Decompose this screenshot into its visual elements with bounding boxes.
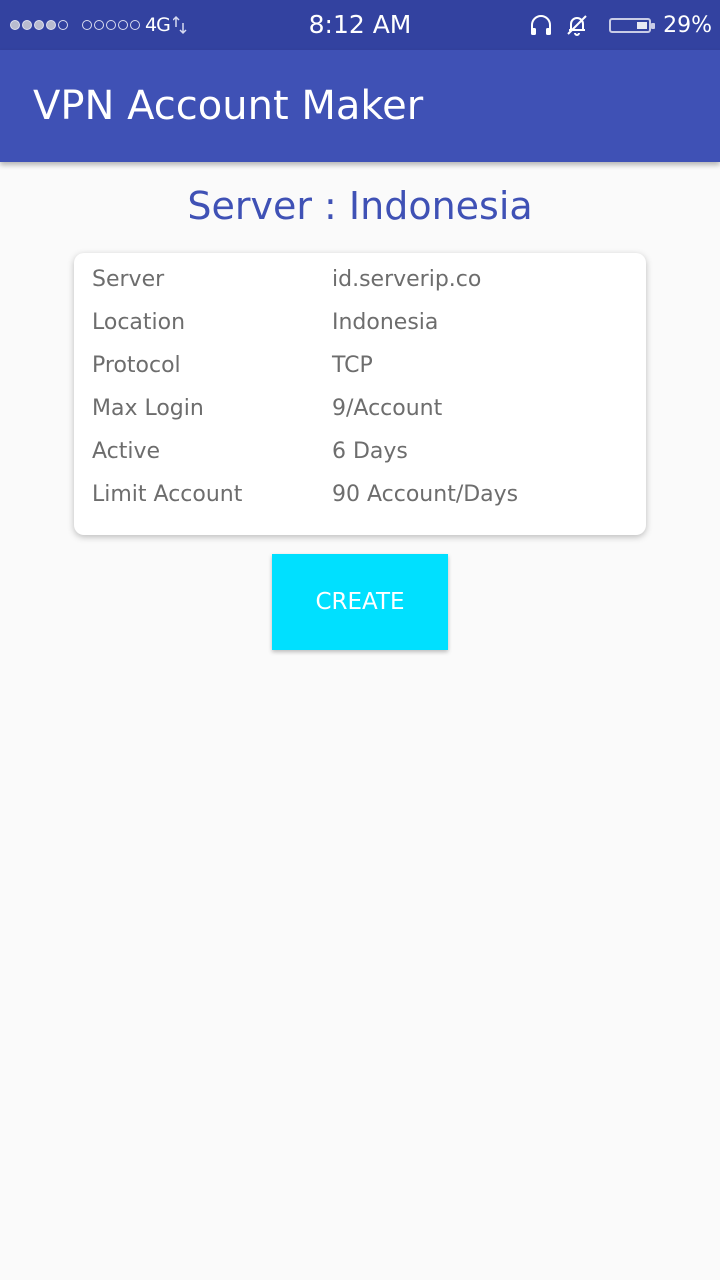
status-right-icons: 29%: [529, 10, 712, 40]
server-heading: Server : Indonesia: [187, 184, 533, 228]
detail-value: Indonesia: [332, 310, 439, 335]
detail-label: Limit Account: [92, 482, 243, 507]
detail-value: id.serverip.co: [332, 267, 482, 292]
detail-label: Active: [92, 439, 161, 464]
detail-row-protocol: Protocol TCP: [74, 353, 646, 396]
detail-row-max-login: Max Login 9/Account: [74, 396, 646, 439]
detail-row-server: Server id.serverip.co: [74, 267, 646, 310]
detail-label: Max Login: [92, 396, 204, 421]
detail-row-active: Active 6 Days: [74, 439, 646, 482]
headphones-icon: [531, 15, 552, 35]
detail-value: 90 Account/Days: [332, 482, 519, 507]
create-button[interactable]: CREATE: [272, 554, 448, 650]
server-details-card: Server id.serverip.co Location Indonesia…: [74, 253, 646, 535]
detail-label: Protocol: [92, 353, 181, 378]
battery-icon: [609, 17, 656, 33]
detail-label: Server: [92, 267, 165, 292]
detail-value: 6 Days: [332, 439, 408, 464]
status-bar: 4G 8:12 AM 29%: [0, 0, 720, 50]
detail-row-limit-account: Limit Account 90 Account/Days: [74, 482, 646, 525]
detail-label: Location: [92, 310, 186, 335]
battery-percentage: 29%: [663, 12, 712, 38]
detail-value: TCP: [332, 353, 373, 378]
app-title: VPN Account Maker: [33, 83, 424, 129]
bell-off-icon: [567, 15, 587, 36]
detail-row-location: Location Indonesia: [74, 310, 646, 353]
detail-value: 9/Account: [332, 396, 443, 421]
app-bar: VPN Account Maker: [0, 50, 720, 162]
